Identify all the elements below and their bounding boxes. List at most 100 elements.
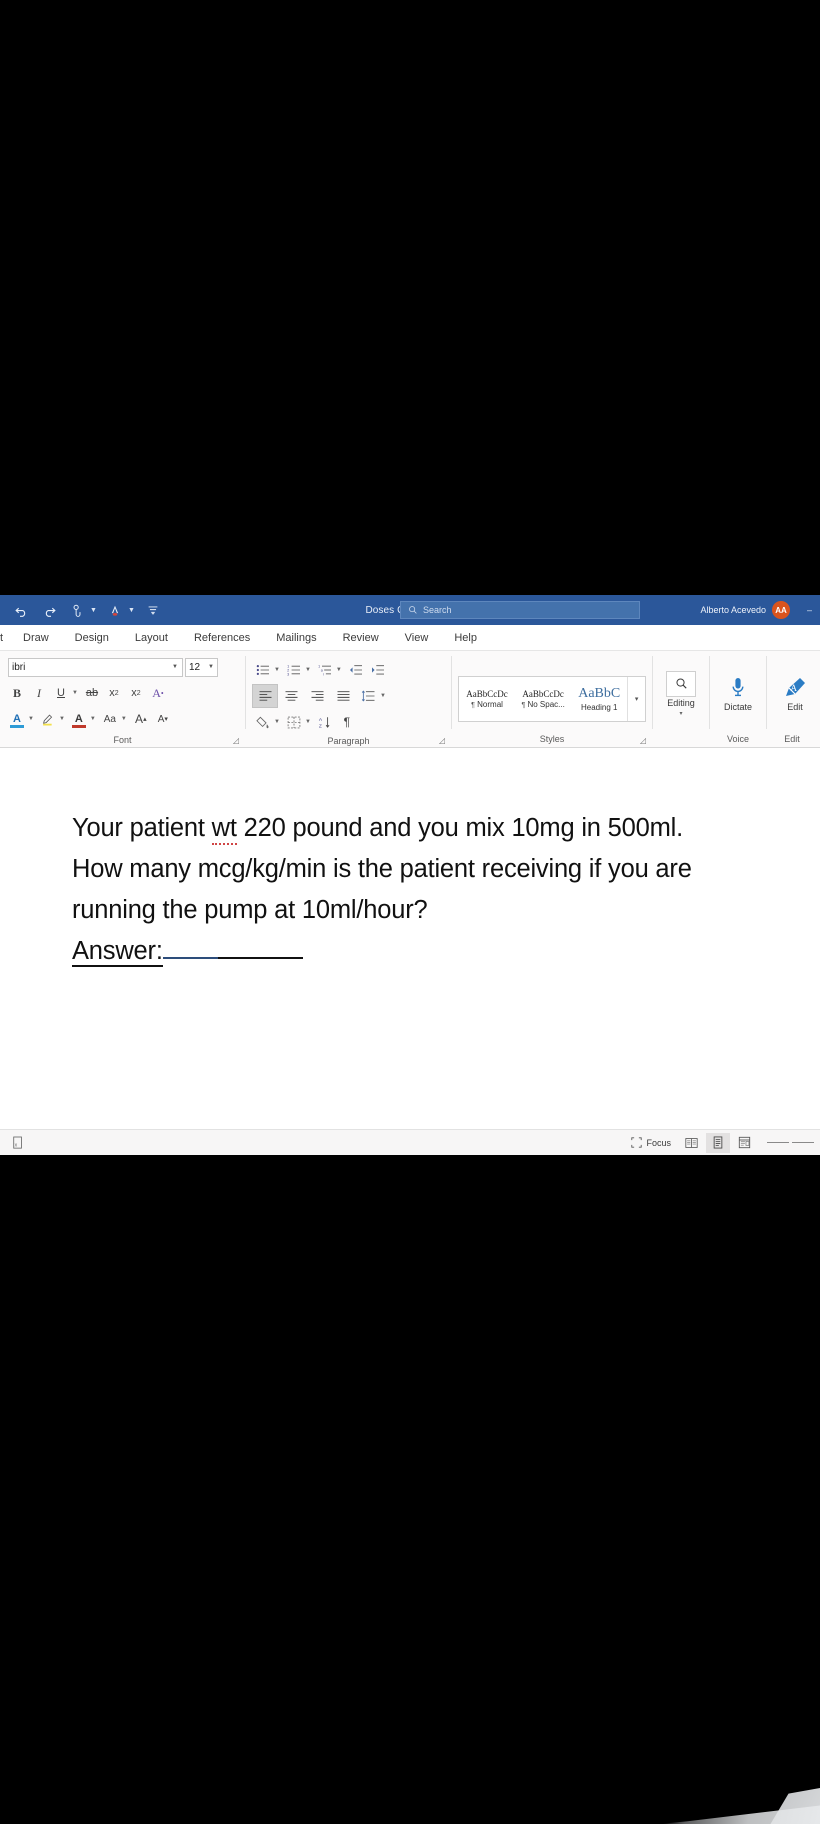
- borders-caret-icon[interactable]: ▼: [305, 719, 314, 725]
- dictate-button-label: Dictate: [723, 702, 752, 713]
- style-normal[interactable]: AaBbCcDc ¶ Normal: [459, 677, 515, 721]
- answer-line[interactable]: Answer:: [72, 931, 303, 972]
- numbering-caret-icon[interactable]: ▼: [305, 667, 314, 673]
- tab-mailings[interactable]: Mailings: [263, 625, 329, 651]
- focus-button[interactable]: Focus: [625, 1133, 677, 1153]
- subscript-button[interactable]: x2: [103, 682, 125, 704]
- tab-design[interactable]: Design: [62, 625, 122, 651]
- document-canvas[interactable]: Your patient wt 220 pound and you mix 10…: [0, 748, 820, 1122]
- borders-button[interactable]: [283, 711, 305, 733]
- paragraph-dialog-launcher-icon[interactable]: ◿: [439, 736, 445, 745]
- styles-group-label-text: Styles: [539, 734, 565, 744]
- read-aloud-caret-icon[interactable]: ▼: [128, 607, 138, 614]
- tab-insert[interactable]: t: [0, 625, 10, 651]
- change-case-button[interactable]: Aa: [99, 708, 121, 730]
- style-heading-1[interactable]: AaBbC Heading 1: [571, 677, 627, 721]
- bullets-button[interactable]: [252, 659, 274, 681]
- tab-draw[interactable]: Draw: [10, 625, 62, 651]
- style-preview: AaBbC: [578, 686, 621, 701]
- show-formatting-marks-button[interactable]: ¶: [336, 711, 358, 733]
- align-center-button[interactable]: [278, 685, 304, 707]
- zoom-slider-track[interactable]: [767, 1142, 789, 1143]
- touch-mouse-mode-caret-icon[interactable]: ▼: [90, 607, 100, 614]
- screen: ▼ ▼ Doses Calculati... ▾ Search Alberto …: [0, 0, 820, 1824]
- justify-button[interactable]: [330, 685, 356, 707]
- decrease-indent-button[interactable]: [345, 659, 367, 681]
- highlighter-pen-caret-icon[interactable]: ▼: [59, 716, 68, 722]
- tab-review[interactable]: Review: [330, 625, 392, 651]
- tab-references[interactable]: References: [181, 625, 263, 651]
- tab-view[interactable]: View: [392, 625, 442, 651]
- style-no-spacing[interactable]: AaBbCcDc ¶ No Spac...: [515, 677, 571, 721]
- styles-dialog-launcher-icon[interactable]: ◿: [640, 736, 646, 745]
- ribbon-group-label-styles: Styles ◿: [452, 731, 652, 747]
- svg-text:3: 3: [287, 672, 289, 676]
- strikethrough-button[interactable]: ab: [81, 682, 103, 704]
- align-right-button[interactable]: [304, 685, 330, 707]
- svg-text:x: x: [15, 1142, 18, 1148]
- font-group-label-text: Font: [113, 734, 132, 745]
- font-size-input[interactable]: 12 ▼: [185, 657, 218, 677]
- italic-button[interactable]: I: [28, 682, 50, 704]
- line-spacing-button[interactable]: [356, 685, 380, 707]
- misspelled-word[interactable]: wt: [211, 814, 237, 845]
- print-layout-button[interactable]: [706, 1132, 730, 1153]
- align-left-button[interactable]: [252, 684, 278, 708]
- line-spacing-caret-icon[interactable]: ▼: [380, 693, 389, 699]
- styles-more-button[interactable]: ▾: [627, 677, 645, 721]
- undo-button[interactable]: [8, 598, 34, 622]
- font-color-button[interactable]: A: [68, 708, 90, 730]
- document-text-part-1: Your patient: [72, 814, 212, 842]
- editor-button[interactable]: A Edit: [767, 669, 817, 712]
- minimize-button[interactable]: –: [803, 605, 816, 615]
- accessibility-checker-icon[interactable]: x: [6, 1133, 30, 1153]
- ribbon-group-styles: AaBbCcDc ¶ Normal AaBbCcDc ¶ No Spac... …: [452, 651, 652, 747]
- zoom-slider[interactable]: [759, 1142, 814, 1143]
- style-name: ¶ Normal: [471, 700, 503, 709]
- change-case-caret-icon[interactable]: ▼: [121, 716, 130, 722]
- underline-caret-icon[interactable]: ▼: [72, 690, 81, 696]
- multilevel-list-button[interactable]: 1ai: [314, 659, 336, 681]
- answer-blank[interactable]: [162, 957, 303, 959]
- dictate-button[interactable]: Dictate: [710, 669, 766, 712]
- shading-button[interactable]: [252, 711, 274, 733]
- customize-quick-access-toolbar-button[interactable]: [140, 598, 166, 622]
- zoom-slider-track-2[interactable]: [792, 1142, 814, 1143]
- font-dialog-launcher-icon[interactable]: ◿: [233, 736, 239, 745]
- text-highlight-color-caret-icon[interactable]: ▼: [28, 716, 37, 722]
- document-paragraph[interactable]: Your patient wt 220 pound and you mix 10…: [72, 808, 732, 972]
- quick-access-toolbar: ▼ ▼: [0, 598, 166, 622]
- highlighter-pen-button[interactable]: [37, 708, 59, 730]
- font-name-caret-icon[interactable]: ▼: [172, 664, 178, 670]
- underline-button[interactable]: U: [50, 682, 72, 704]
- redo-button[interactable]: [36, 598, 62, 622]
- bullets-caret-icon[interactable]: ▼: [274, 667, 283, 673]
- account-area[interactable]: Alberto Acevedo AA: [700, 595, 790, 625]
- tab-help[interactable]: Help: [441, 625, 490, 651]
- read-mode-button[interactable]: [679, 1133, 704, 1153]
- search-icon: [409, 606, 417, 614]
- increase-indent-button[interactable]: [367, 659, 389, 681]
- sort-button[interactable]: AZ: [314, 711, 336, 733]
- bold-button[interactable]: B: [6, 682, 28, 704]
- text-highlight-color-button[interactable]: A: [6, 708, 28, 730]
- web-layout-button[interactable]: [732, 1133, 757, 1153]
- avatar[interactable]: AA: [772, 601, 790, 619]
- numbering-button[interactable]: 123: [283, 659, 305, 681]
- account-name: Alberto Acevedo: [700, 605, 766, 615]
- superscript-button[interactable]: x2: [125, 682, 147, 704]
- editing-caret-icon[interactable]: ▾: [679, 710, 682, 717]
- touch-mouse-mode-button[interactable]: [64, 598, 90, 622]
- text-effects-button[interactable]: A •: [147, 682, 169, 704]
- search-input[interactable]: Search: [400, 601, 640, 619]
- font-name-input[interactable]: ibri ▼: [8, 657, 183, 677]
- font-color-caret-icon[interactable]: ▼: [90, 716, 99, 722]
- font-size-caret-icon[interactable]: ▼: [208, 664, 214, 670]
- editing-button[interactable]: Editing ▾: [653, 665, 709, 717]
- read-aloud-button[interactable]: [102, 598, 128, 622]
- shrink-font-button[interactable]: A ▾: [152, 708, 174, 730]
- tab-layout[interactable]: Layout: [122, 625, 181, 651]
- multilevel-list-caret-icon[interactable]: ▼: [336, 667, 345, 673]
- shading-caret-icon[interactable]: ▼: [274, 719, 283, 725]
- grow-font-button[interactable]: A ▴: [130, 708, 152, 730]
